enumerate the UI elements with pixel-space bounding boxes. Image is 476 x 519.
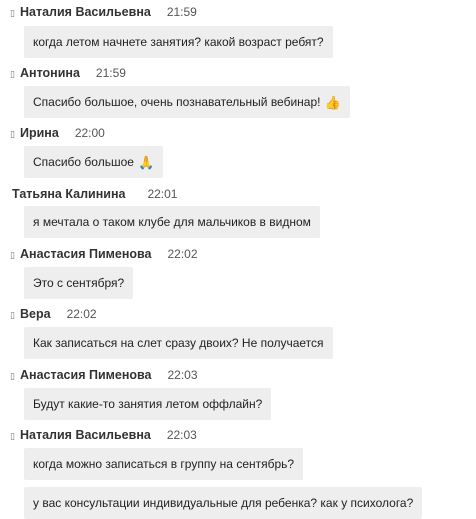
message-text: у вас консультации индивидуальные для ре… <box>33 496 414 510</box>
message-time: 22:03 <box>167 368 198 382</box>
message-time: 22:02 <box>167 247 198 261</box>
user-marker-icon: ▯ <box>10 431 15 441</box>
message-header: ▯ Наталия Васильевна 21:59 <box>10 4 197 20</box>
message-author: Антонина <box>20 66 80 80</box>
message-bubble: у вас консультации индивидуальные для ре… <box>24 487 423 519</box>
message-text: Как записаться на слет сразу двоих? Не п… <box>33 336 324 350</box>
message-text: Спасибо большое <box>33 155 134 169</box>
message-text: я мечтала о таком клубе для мальчиков в … <box>33 215 311 229</box>
message-bubble: Будут какие-то занятия летом оффлайн? <box>24 388 272 420</box>
user-marker-icon: ▯ <box>10 371 15 381</box>
message-text: Спасибо большое, очень познавательный ве… <box>33 95 321 109</box>
message-header: ▯ Вера 22:02 <box>10 306 97 322</box>
message-bubble: Спасибо большое 🙏 <box>24 146 164 178</box>
message-bubble: я мечтала о таком клубе для мальчиков в … <box>24 206 320 238</box>
user-marker-icon: ▯ <box>10 8 15 18</box>
message-header: ▯ Анастасия Пименова 22:02 <box>10 246 198 262</box>
message-time: 22:02 <box>66 307 97 321</box>
message-time: 22:03 <box>166 428 197 442</box>
message-header: ▯ Анастасия Пименова 22:03 <box>10 367 198 383</box>
message-header: ▯ Наталия Васильевна 22:03 <box>10 427 197 443</box>
user-marker-icon: ▯ <box>10 310 15 320</box>
message-header: ▯ Антонина 21:59 <box>10 65 126 81</box>
message-author: Наталия Васильевна <box>20 428 151 442</box>
message-time: 21:59 <box>166 5 197 19</box>
thumbs-up-icon: 👍 <box>324 94 341 110</box>
message-text: когда можно записаться в группу на сентя… <box>33 457 295 471</box>
message-author: Наталия Васильевна <box>20 5 151 19</box>
message-text: Будут какие-то занятия летом оффлайн? <box>33 397 263 411</box>
message-bubble: когда можно записаться в группу на сентя… <box>24 448 304 480</box>
message-author: Анастасия Пименова <box>20 247 152 261</box>
message-bubble: когда летом начнете занятия? какой возра… <box>24 26 333 58</box>
praying-hands-icon: 🙏 <box>137 154 155 170</box>
message-author: Вера <box>20 307 51 321</box>
message-bubble: Спасибо большое, очень познавательный ве… <box>24 86 350 118</box>
message-author: Татьяна Калинина <box>12 187 126 201</box>
message-header: ▯ Ирина 22:00 <box>10 125 105 141</box>
message-header: Татьяна Калинина 22:01 <box>12 186 177 202</box>
user-marker-icon: ▯ <box>10 69 15 79</box>
user-marker-icon: ▯ <box>10 129 15 139</box>
message-bubble: Это с сентября? <box>24 267 134 299</box>
message-time: 22:00 <box>74 126 105 140</box>
message-author: Анастасия Пименова <box>20 368 152 382</box>
message-time: 22:01 <box>147 187 178 201</box>
message-time: 21:59 <box>95 66 126 80</box>
message-text: когда летом начнете занятия? какой возра… <box>33 35 324 49</box>
message-bubble: Как записаться на слет сразу двоих? Не п… <box>24 327 333 359</box>
message-text: Это с сентября? <box>33 276 125 290</box>
message-author: Ирина <box>20 126 59 140</box>
user-marker-icon: ▯ <box>10 250 15 260</box>
